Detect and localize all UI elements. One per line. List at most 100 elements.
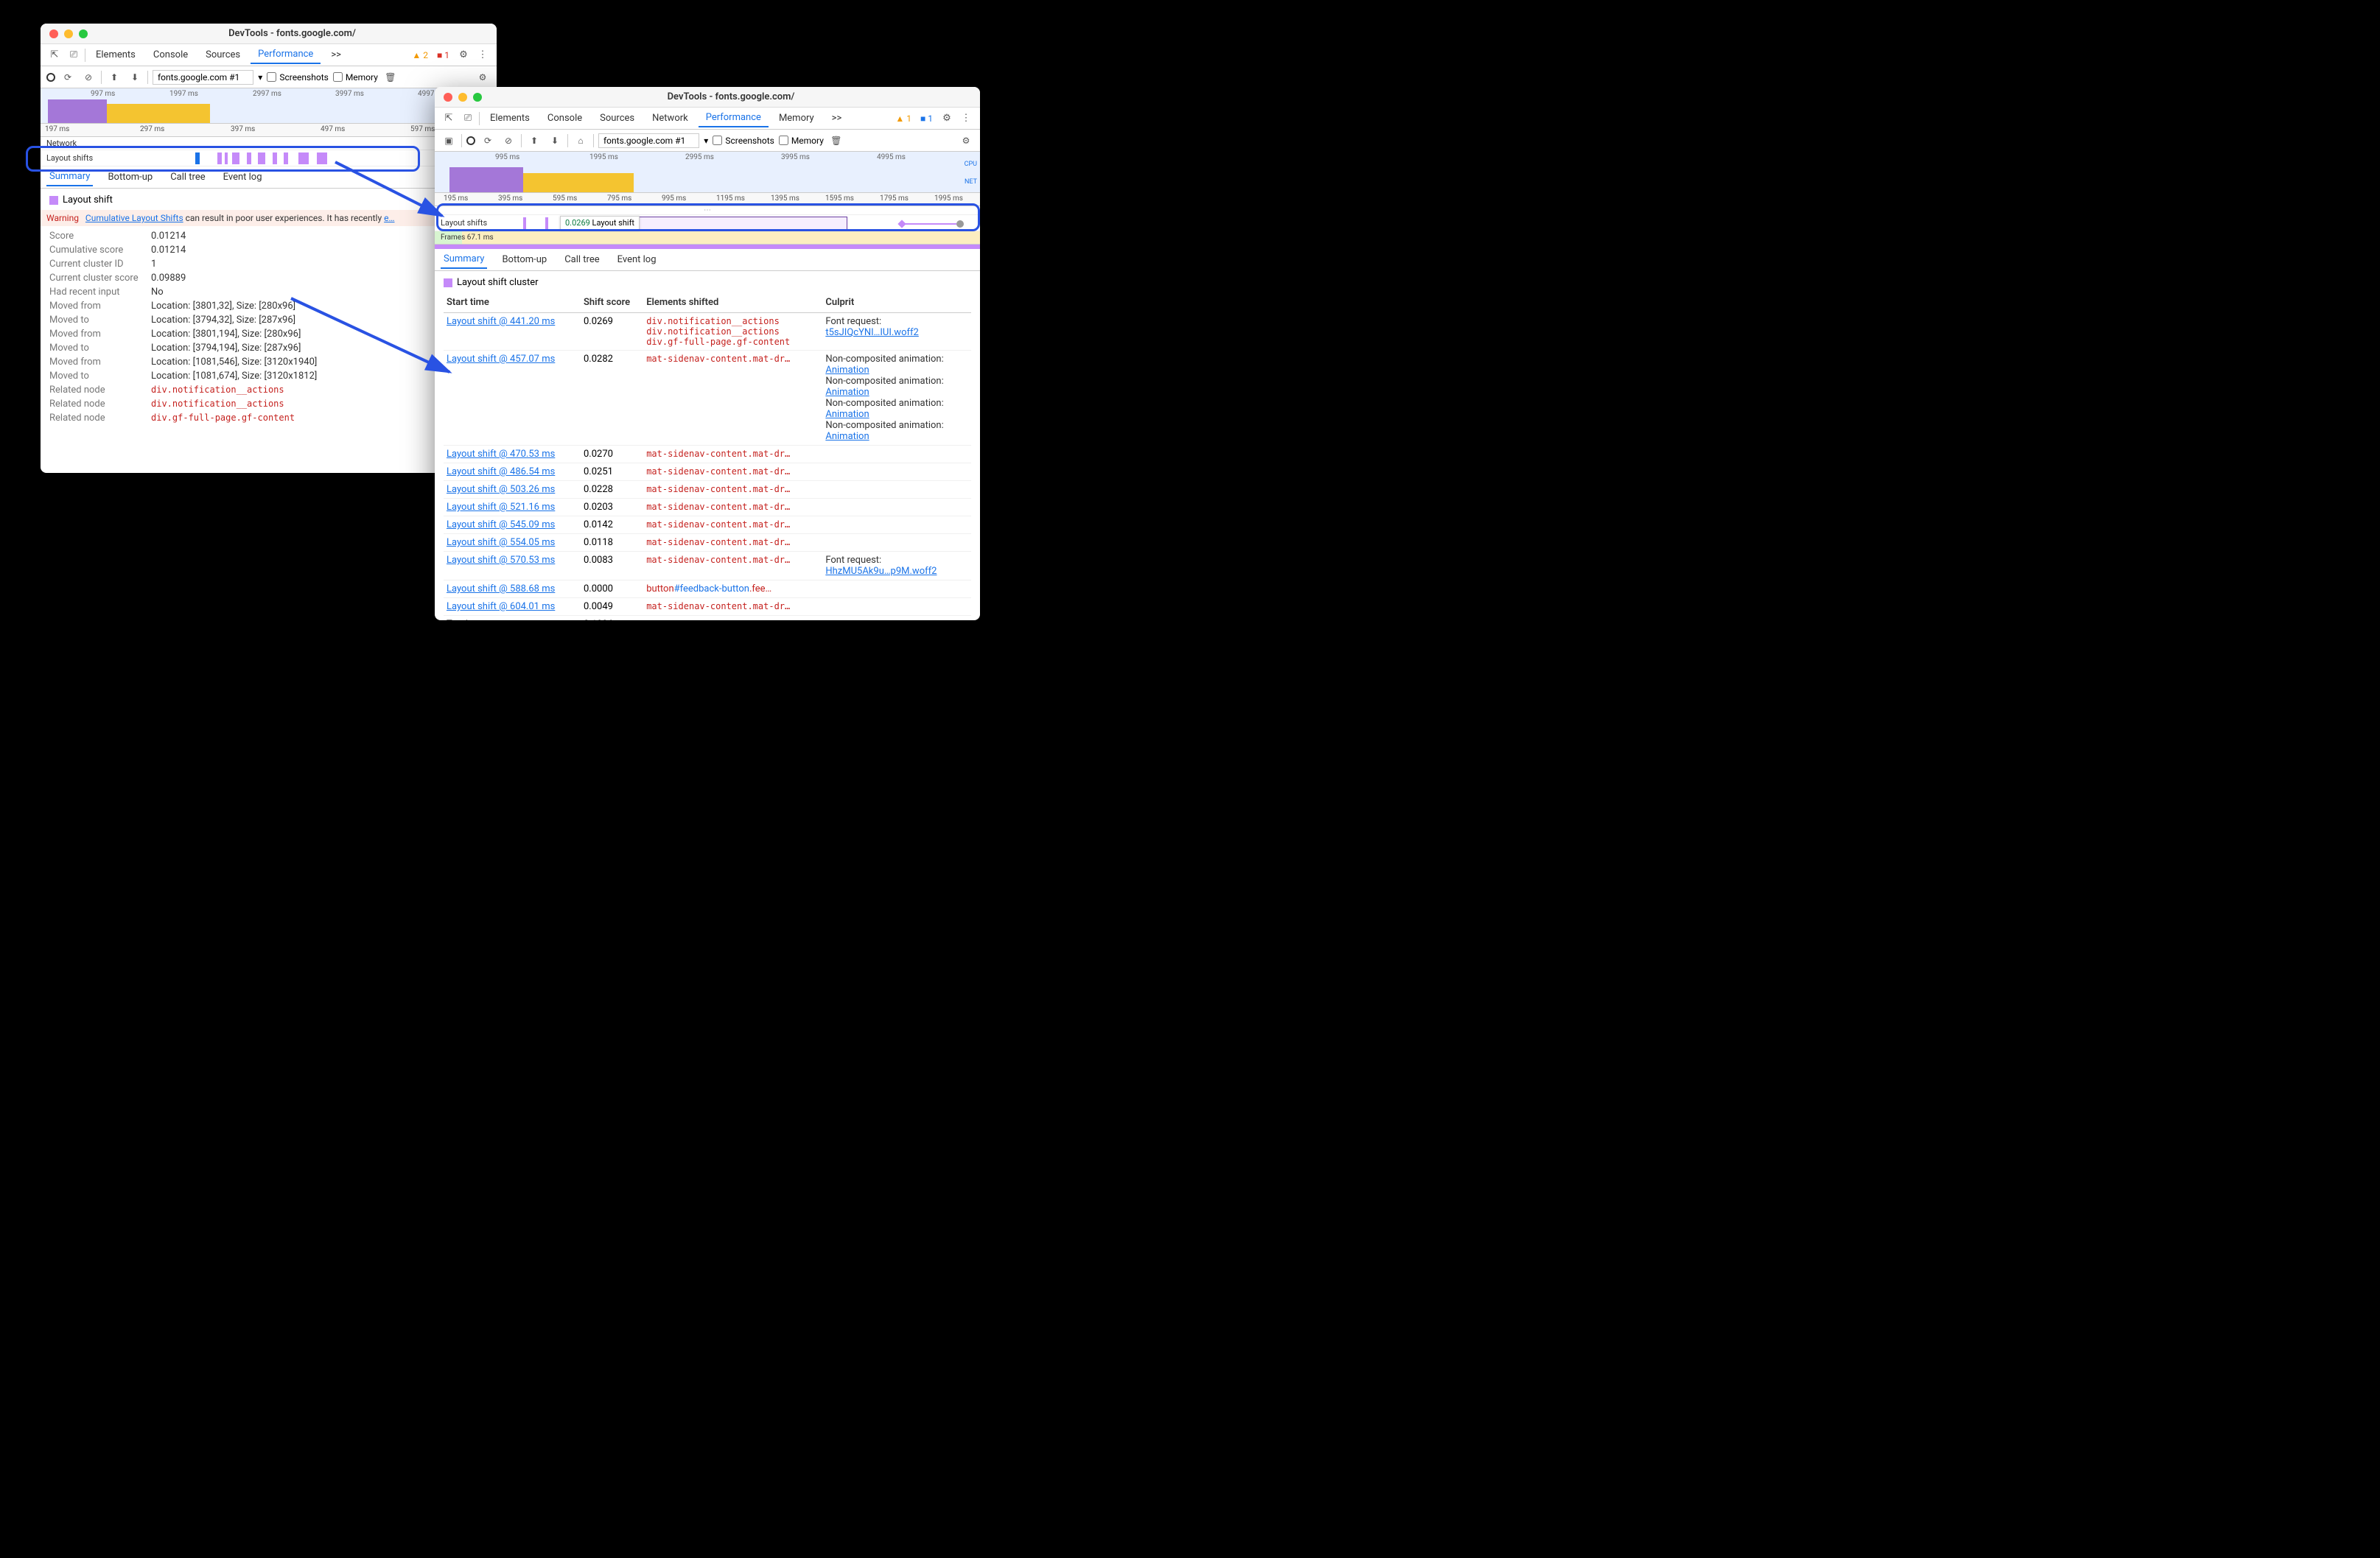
tab-summary[interactable]: Summary xyxy=(441,250,487,269)
tab-more[interactable]: >> xyxy=(825,110,850,127)
layout-shift-link[interactable]: Layout shift @ 570.53 ms xyxy=(447,555,555,566)
dom-node-link[interactable]: mat-sidenav-content.mat-dr… xyxy=(646,555,819,565)
upload-icon[interactable]: ⬆ xyxy=(526,133,542,149)
culprit-link[interactable]: HhzMU5Ak9u…p9M.woff2 xyxy=(825,566,937,577)
info-badge[interactable]: ■ 1 xyxy=(917,113,936,124)
overview-timeline[interactable]: 995 ms 1995 ms 2995 ms 3995 ms 4995 ms C… xyxy=(435,152,980,193)
tab-console[interactable]: Console xyxy=(146,46,195,63)
culprit-link[interactable]: t5sJIQcYNI…IUI.woff2 xyxy=(825,327,919,338)
sidebar-toggle-icon[interactable]: ▣ xyxy=(441,133,457,149)
dom-node-link[interactable]: div.notification__actions xyxy=(151,385,284,396)
layout-shift-link[interactable]: Layout shift @ 457.07 ms xyxy=(447,354,555,365)
dom-node-link[interactable]: button#feedback-button.fee… xyxy=(646,583,771,594)
dom-node-link[interactable]: mat-sidenav-content.mat-dr… xyxy=(646,519,819,530)
layout-shift-link[interactable]: Layout shift @ 470.53 ms xyxy=(447,449,555,460)
tab-network[interactable]: Network xyxy=(645,110,696,127)
tab-eventlog[interactable]: Event log xyxy=(220,169,265,186)
dom-node-link[interactable]: mat-sidenav-content.mat-dr… xyxy=(646,502,819,512)
upload-icon[interactable]: ⬆ xyxy=(106,69,122,85)
kebab-icon[interactable]: ⋮ xyxy=(958,110,974,127)
record-icon[interactable] xyxy=(46,73,55,82)
inspect-icon[interactable]: ⇱ xyxy=(441,110,457,127)
layout-shift-link[interactable]: Layout shift @ 503.26 ms xyxy=(447,484,555,495)
device-icon[interactable]: ⎚ xyxy=(66,47,82,63)
dom-node-link[interactable]: mat-sidenav-content.mat-dr… xyxy=(646,484,819,494)
tab-performance[interactable]: Performance xyxy=(251,46,321,64)
layout-shifts-track[interactable]: Layout shifts 0.0269 Layout shift xyxy=(435,215,980,231)
overview-timeline[interactable]: 997 ms 1997 ms 2997 ms 3997 ms 4997 ms xyxy=(41,88,497,124)
tab-sources[interactable]: Sources xyxy=(198,46,248,63)
minimize-icon[interactable] xyxy=(458,93,467,102)
time-ruler[interactable]: 195 ms 395 ms 595 ms 795 ms 995 ms 1195 … xyxy=(435,193,980,206)
culprit-link[interactable]: Animation xyxy=(825,365,869,376)
dom-node-link[interactable]: div.gf-full-page.gf-content xyxy=(646,337,819,347)
layout-shift-link[interactable]: Layout shift @ 486.54 ms xyxy=(447,466,555,477)
gc-icon[interactable]: 🗑 xyxy=(828,133,844,149)
culprit-link[interactable]: Animation xyxy=(825,387,869,398)
gc-icon[interactable]: 🗑 xyxy=(382,69,399,85)
frames-track[interactable]: Frames 67.1 ms xyxy=(435,231,980,245)
clear-icon[interactable]: ⊘ xyxy=(80,69,97,85)
tab-memory[interactable]: Memory xyxy=(771,110,822,127)
memory-checkbox[interactable]: Memory xyxy=(333,72,378,83)
dom-node-link[interactable]: div.notification__actions xyxy=(646,316,819,326)
tab-summary[interactable]: Summary xyxy=(46,168,93,186)
home-icon[interactable]: ⌂ xyxy=(573,133,589,149)
screenshots-checkbox[interactable]: Screenshots xyxy=(267,72,328,83)
chevron-down-icon[interactable]: ▾ xyxy=(704,136,708,146)
minimize-icon[interactable] xyxy=(64,29,73,38)
download-icon[interactable]: ⬇ xyxy=(127,69,143,85)
layout-shift-link[interactable]: Layout shift @ 604.01 ms xyxy=(447,601,555,612)
tab-console[interactable]: Console xyxy=(540,110,589,127)
dom-node-link[interactable]: div.notification__actions xyxy=(151,399,284,410)
download-icon[interactable]: ⬇ xyxy=(547,133,563,149)
cls-link[interactable]: Cumulative Layout Shifts xyxy=(85,213,183,223)
chevron-down-icon[interactable]: ▾ xyxy=(258,72,262,83)
target-select[interactable]: fonts.google.com #1 xyxy=(153,70,253,85)
settings-icon[interactable]: ⚙ xyxy=(939,110,955,127)
time-ruler[interactable]: 197 ms 297 ms 397 ms 497 ms 597 ms xyxy=(41,124,497,137)
dom-node-link[interactable]: mat-sidenav-content.mat-dr… xyxy=(646,537,819,547)
kebab-icon[interactable]: ⋮ xyxy=(475,47,491,63)
tab-bottomup[interactable]: Bottom-up xyxy=(105,169,155,186)
reload-icon[interactable]: ⟳ xyxy=(60,69,76,85)
dom-node-link[interactable]: div.notification__actions xyxy=(646,326,819,337)
culprit-link[interactable]: Animation xyxy=(825,431,869,442)
device-icon[interactable]: ⎚ xyxy=(460,110,476,127)
layout-shift-link[interactable]: Layout shift @ 521.16 ms xyxy=(447,502,555,513)
tab-more[interactable]: >> xyxy=(323,46,349,63)
close-icon[interactable] xyxy=(49,29,58,38)
dom-node-link[interactable]: mat-sidenav-content.mat-dr… xyxy=(646,466,819,477)
tab-sources[interactable]: Sources xyxy=(592,110,642,127)
layout-shifts-track[interactable]: Layout shifts xyxy=(41,150,497,166)
tab-calltree[interactable]: Call tree xyxy=(167,169,208,186)
layout-shift-link[interactable]: Layout shift @ 588.68 ms xyxy=(447,583,555,594)
tab-performance[interactable]: Performance xyxy=(699,109,769,127)
layout-shift-link[interactable]: Layout shift @ 441.20 ms xyxy=(447,316,555,327)
network-track[interactable]: Network xyxy=(41,137,497,150)
warning-badge[interactable]: ▲ 1 xyxy=(892,113,914,124)
layout-shift-link[interactable]: Layout shift @ 554.05 ms xyxy=(447,537,555,548)
zoom-icon[interactable] xyxy=(473,93,482,102)
zoom-icon[interactable] xyxy=(79,29,88,38)
tab-elements[interactable]: Elements xyxy=(483,110,537,127)
dom-node-link[interactable]: mat-sidenav-content.mat-dr… xyxy=(646,354,819,364)
warning-badge[interactable]: ▲ 2 xyxy=(409,50,431,60)
settings-icon[interactable]: ⚙ xyxy=(455,47,472,63)
tab-eventlog[interactable]: Event log xyxy=(615,251,659,268)
dom-node-link[interactable]: mat-sidenav-content.mat-dr… xyxy=(646,601,819,611)
close-icon[interactable] xyxy=(444,93,452,102)
issue-badge[interactable]: ■ 1 xyxy=(434,50,452,60)
target-select[interactable]: fonts.google.com #1 xyxy=(598,133,699,148)
dom-node-link[interactable]: div.gf-full-page.gf-content xyxy=(151,413,295,424)
perf-settings-icon[interactable]: ⚙ xyxy=(958,133,974,149)
tab-elements[interactable]: Elements xyxy=(88,46,143,63)
memory-checkbox[interactable]: Memory xyxy=(779,136,824,146)
inspect-icon[interactable]: ⇱ xyxy=(46,47,63,63)
layout-shift-link[interactable]: Layout shift @ 545.09 ms xyxy=(447,519,555,530)
tab-bottomup[interactable]: Bottom-up xyxy=(499,251,550,268)
tab-calltree[interactable]: Call tree xyxy=(561,251,602,268)
clear-icon[interactable]: ⊘ xyxy=(500,133,517,149)
record-icon[interactable] xyxy=(466,136,475,145)
screenshots-checkbox[interactable]: Screenshots xyxy=(713,136,774,146)
